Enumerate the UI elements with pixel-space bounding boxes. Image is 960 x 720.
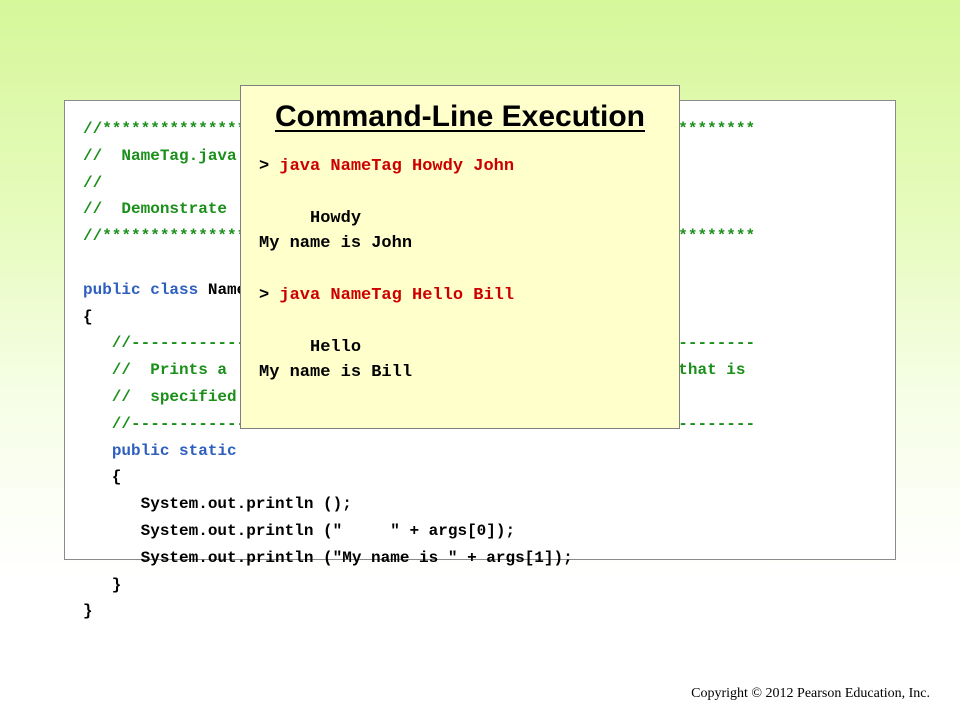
callout-title: Command-Line Execution bbox=[274, 100, 646, 133]
terminal-line: > java NameTag Hello Bill bbox=[259, 287, 514, 305]
copyright-notice: Copyright © 2012 Pearson Education, Inc. bbox=[691, 686, 930, 701]
code-token-comment: // NameTag.java bbox=[83, 146, 237, 165]
code-line: // specified bbox=[83, 389, 237, 405]
output-text: My name is Bill bbox=[259, 363, 413, 383]
code-line: // NameTag.java bbox=[83, 148, 237, 164]
prompt-symbol: > bbox=[259, 157, 280, 176]
code-token-keyword: public bbox=[111, 441, 170, 460]
code-line: } bbox=[83, 575, 122, 594]
code-line: // Demonstrate bbox=[83, 201, 227, 217]
code-line: System.out.println (" " + args[0]); bbox=[83, 523, 515, 539]
code-line: { bbox=[83, 309, 93, 325]
output-text: Hello bbox=[259, 337, 362, 357]
command-line-execution-callout: Command-Line Execution > java NameTag Ho… bbox=[240, 85, 680, 429]
command-text: java NameTag Howdy John bbox=[279, 157, 515, 176]
terminal-line: > java NameTag Howdy John bbox=[259, 158, 514, 176]
command-text: java NameTag Hello Bill bbox=[279, 286, 515, 305]
code-token-comment: // bbox=[83, 173, 103, 192]
code-line: System.out.println ("My name is " + args… bbox=[83, 550, 573, 566]
code-token-plain: } bbox=[83, 575, 122, 594]
code-token-keyword: class bbox=[150, 280, 199, 299]
terminal-line: My name is John bbox=[259, 235, 412, 253]
terminal-line: Hello bbox=[259, 337, 362, 357]
code-token-plain: System.out.println (" " + args[0]); bbox=[83, 522, 516, 540]
output-text: My name is John bbox=[259, 234, 413, 254]
code-token-plain: { bbox=[83, 468, 122, 487]
code-token-keyword: public bbox=[83, 280, 141, 299]
code-line: { bbox=[83, 468, 122, 487]
code-token-comment: // specified bbox=[83, 388, 237, 406]
code-token-comment: // Demonstrate bbox=[83, 200, 228, 219]
code-line: // bbox=[83, 175, 102, 191]
code-token-plain: { bbox=[83, 307, 93, 326]
code-line: System.out.println (); bbox=[83, 496, 352, 512]
code-token-plain: } bbox=[83, 602, 93, 621]
terminal-line: Howdy bbox=[259, 208, 362, 228]
code-token-plain: System.out.println (); bbox=[83, 495, 352, 514]
code-line: } bbox=[83, 603, 93, 619]
code-token-plain: System.out.println ("My name is " + args… bbox=[83, 548, 573, 567]
output-text: Howdy bbox=[259, 208, 362, 228]
terminal-line: My name is Bill bbox=[259, 364, 412, 382]
prompt-symbol: > bbox=[259, 286, 280, 305]
code-token-keyword: static bbox=[179, 441, 237, 460]
code-line: public static bbox=[83, 443, 237, 459]
